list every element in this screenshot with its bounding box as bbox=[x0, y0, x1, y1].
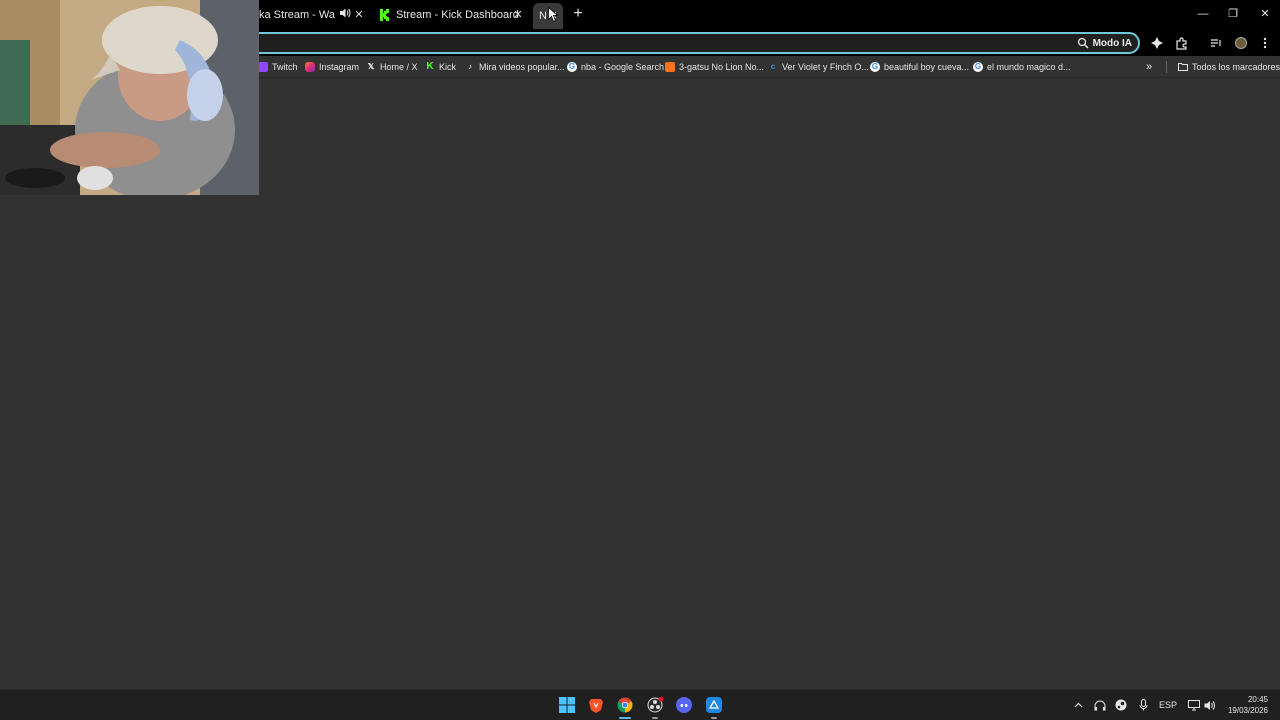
minimize-button[interactable]: — bbox=[1188, 4, 1218, 24]
windows-logo-icon bbox=[559, 697, 575, 713]
bookmarks-overflow-button[interactable]: » bbox=[1146, 60, 1152, 74]
bookmark-beautiful-boy[interactable]: G beautiful boy cueva... bbox=[870, 60, 969, 74]
taskbar-chrome[interactable] bbox=[615, 695, 635, 719]
crunchyroll-icon bbox=[665, 62, 675, 72]
clock-date: 19/03/2026 bbox=[1227, 706, 1268, 715]
bookmark-label: nba - Google Search bbox=[581, 62, 665, 72]
bookmark-home-x[interactable]: 𝕏 Home / X bbox=[366, 60, 418, 74]
network-icon[interactable] bbox=[1186, 697, 1202, 713]
screen: ka Stream - Watch Li ✕ Stream - Kick Das… bbox=[0, 0, 1280, 720]
bookmark-label: Ver Violet y Finch O... bbox=[782, 62, 869, 72]
tiktok-icon: ♪ bbox=[468, 62, 472, 71]
site-icon: c bbox=[770, 62, 776, 71]
extensions-icon[interactable] bbox=[1172, 34, 1190, 52]
omnibox-input[interactable] bbox=[260, 36, 1060, 52]
tab-watch-live[interactable]: ka Stream - Watch Li ✕ bbox=[259, 4, 371, 26]
close-tab-icon[interactable]: ✕ bbox=[351, 7, 367, 23]
taskbar-discord[interactable] bbox=[674, 695, 694, 715]
close-window-button[interactable]: ✕ bbox=[1250, 4, 1280, 24]
kick-icon: K bbox=[426, 61, 434, 72]
address-bar[interactable]: Modo IA bbox=[248, 32, 1140, 54]
steam-icon[interactable] bbox=[1113, 697, 1129, 713]
tray-overflow-chevron-icon[interactable] bbox=[1070, 697, 1086, 713]
brave-icon bbox=[589, 699, 603, 713]
clock-time: 20:45 bbox=[1247, 695, 1268, 704]
bookmark-nba-search[interactable]: G nba - Google Search bbox=[567, 60, 664, 74]
instagram-icon bbox=[305, 62, 315, 72]
google-icon: G bbox=[870, 62, 880, 72]
taskbar-obs[interactable] bbox=[645, 695, 665, 719]
bookmark-instagram[interactable]: Instagram bbox=[305, 60, 359, 74]
discord-icon bbox=[676, 697, 692, 713]
volume-icon[interactable] bbox=[1202, 697, 1218, 713]
language-indicator[interactable]: ESP bbox=[1158, 697, 1178, 713]
bookmark-label: Mira videos popular... bbox=[479, 62, 565, 72]
bookmarks-divider bbox=[1166, 61, 1167, 73]
bookmark-label: Home / X bbox=[380, 62, 418, 72]
restore-button[interactable]: ❐ bbox=[1218, 4, 1248, 24]
all-bookmarks-button[interactable]: Todos los marcadores bbox=[1178, 60, 1280, 74]
media-controls-icon[interactable] bbox=[1207, 34, 1225, 52]
search-sparkle-icon bbox=[1077, 37, 1089, 49]
taskbar-brave[interactable] bbox=[586, 695, 606, 715]
bookmark-violet-finch[interactable]: c Ver Violet y Finch O... bbox=[768, 60, 869, 74]
tab-title: ka Stream - Watch Li bbox=[259, 9, 335, 21]
bookmark-label: Instagram bbox=[319, 62, 360, 72]
profile-avatar[interactable] bbox=[1232, 34, 1250, 52]
bookmark-label: Kick bbox=[439, 62, 457, 72]
microphone-icon[interactable] bbox=[1135, 697, 1151, 713]
system-clock[interactable]: 20:45 19/03/2026 bbox=[1228, 694, 1268, 716]
bookmark-3-gatsu[interactable]: 3-gatsu No Lion No... bbox=[665, 60, 764, 74]
mouse-cursor bbox=[548, 7, 559, 22]
more-menu-icon[interactable] bbox=[1256, 34, 1274, 52]
app-icon bbox=[706, 697, 722, 713]
bookmark-twitch[interactable]: Twitch bbox=[258, 60, 298, 74]
ai-mode-label: Modo IA bbox=[1092, 37, 1132, 49]
bookmark-label: 3-gatsu No Lion No... bbox=[679, 62, 765, 72]
all-bookmarks-label: Todos los marcadores bbox=[1192, 62, 1280, 72]
google-icon: G bbox=[973, 62, 983, 72]
tab-kick-dashboard[interactable]: Stream - Kick Dashboard ✕ bbox=[374, 4, 530, 26]
google-icon: G bbox=[567, 62, 577, 72]
gemini-icon[interactable] bbox=[1148, 34, 1166, 52]
kick-icon bbox=[380, 9, 390, 21]
bookmark-mundo-magico[interactable]: G el mundo magico d... bbox=[973, 60, 1071, 74]
headphones-icon[interactable] bbox=[1092, 697, 1108, 713]
new-tab-button[interactable]: + bbox=[569, 5, 587, 23]
folder-icon bbox=[1178, 62, 1188, 72]
windows-taskbar: ESP 20:45 19/03/2026 bbox=[0, 689, 1280, 720]
taskbar-app-blue[interactable] bbox=[704, 695, 724, 719]
chrome-icon bbox=[617, 697, 633, 713]
twitch-icon bbox=[258, 62, 268, 72]
obs-icon bbox=[647, 697, 663, 713]
start-button[interactable] bbox=[557, 695, 577, 715]
close-tab-icon[interactable]: ✕ bbox=[510, 7, 526, 23]
webcam-overlay bbox=[0, 0, 259, 195]
tab-title: Stream - Kick Dashboard bbox=[396, 9, 519, 21]
bookmark-label: beautiful boy cueva... bbox=[884, 62, 970, 72]
bookmark-kick[interactable]: K Kick bbox=[425, 60, 456, 74]
x-icon: 𝕏 bbox=[367, 62, 375, 71]
bookmark-label: Twitch bbox=[272, 62, 298, 72]
ai-mode-button[interactable]: Modo IA bbox=[1077, 35, 1132, 51]
bookmark-tiktok[interactable]: ♪ Mira videos popular... bbox=[465, 60, 565, 74]
bookmark-label: el mundo magico d... bbox=[987, 62, 1071, 72]
